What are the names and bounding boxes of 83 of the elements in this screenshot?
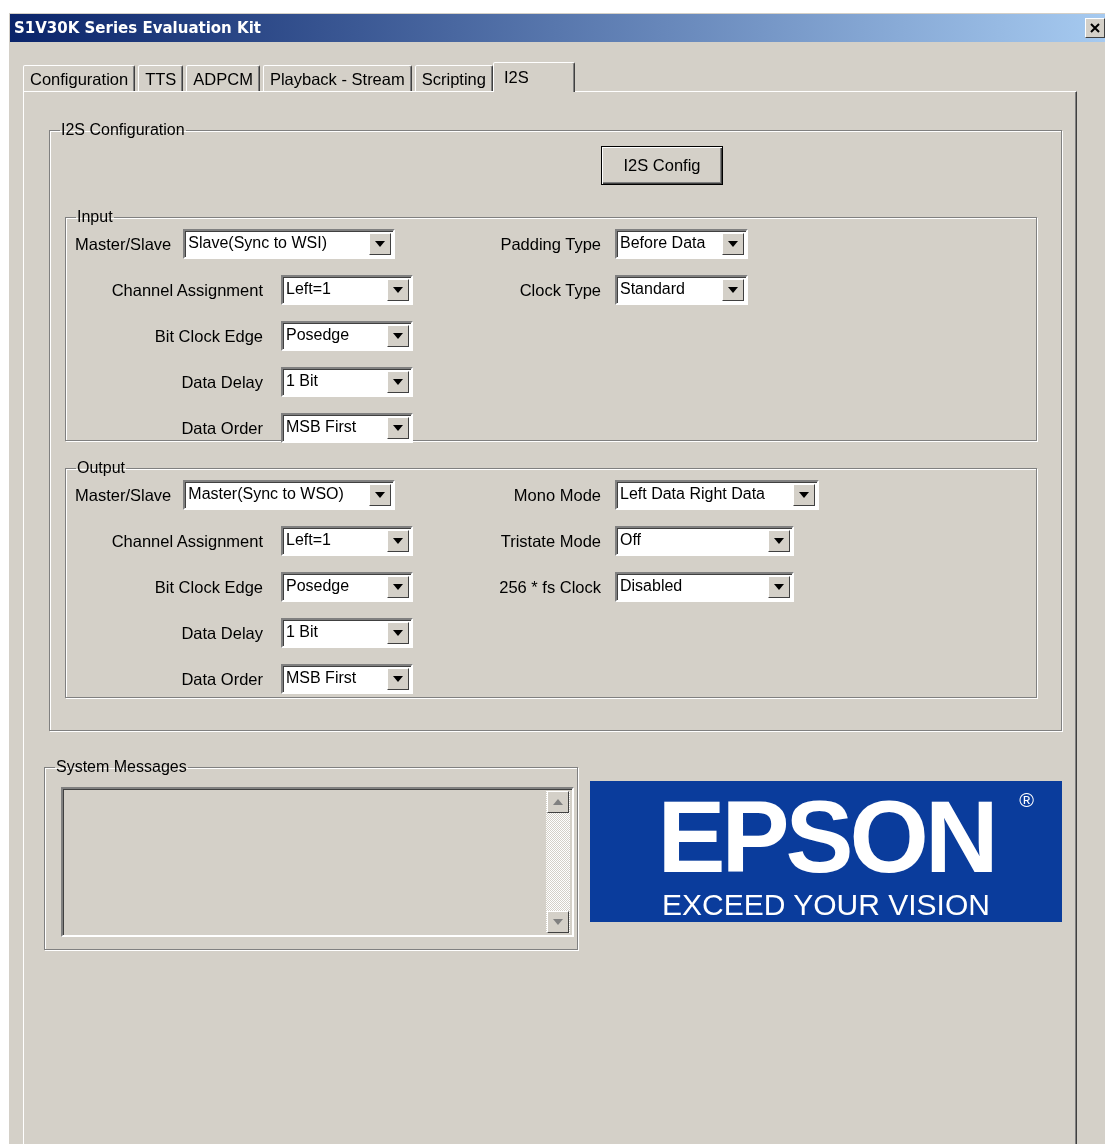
caret-icon bbox=[393, 287, 403, 293]
dropdown-button[interactable] bbox=[387, 279, 409, 301]
dropdown-button[interactable] bbox=[793, 484, 815, 506]
down-arrow-icon bbox=[553, 919, 563, 925]
caret-icon bbox=[393, 379, 403, 385]
dropdown-button[interactable] bbox=[387, 530, 409, 552]
group-title: Input bbox=[76, 209, 114, 225]
dropdown-field[interactable]: Slave(Sync to WSI) bbox=[183, 229, 396, 259]
dropdown-field[interactable]: Left=1 bbox=[281, 275, 413, 305]
dropdown-field[interactable]: Posedge bbox=[281, 572, 413, 602]
dropdown-field[interactable]: Left=1 bbox=[281, 526, 413, 556]
tab[interactable]: ADPCM bbox=[186, 65, 260, 91]
field-label: Master/Slave bbox=[75, 234, 172, 254]
dropdown-button[interactable] bbox=[387, 325, 409, 347]
dropdown-button[interactable] bbox=[768, 576, 790, 598]
caret-icon bbox=[393, 630, 403, 636]
group-title: Output bbox=[76, 460, 127, 476]
field-label: Bit Clock Edge bbox=[153, 326, 263, 346]
message-box[interactable] bbox=[61, 787, 574, 937]
caret-icon bbox=[728, 241, 738, 247]
dropdown-field[interactable]: Posedge bbox=[281, 321, 413, 351]
field-label: Padding Type bbox=[499, 234, 601, 254]
field-label: Data Order bbox=[180, 669, 263, 689]
field-label: Channel Assignment bbox=[110, 531, 263, 551]
dropdown-field[interactable]: Disabled bbox=[615, 572, 794, 602]
dropdown-field[interactable]: Master(Sync to WSO) bbox=[183, 480, 396, 510]
caret-icon bbox=[728, 287, 738, 293]
tab[interactable]: I2S bbox=[492, 62, 575, 92]
tab[interactable]: Playback - Stream bbox=[262, 65, 412, 91]
field-label: Channel Assignment bbox=[110, 280, 263, 300]
field-label: 256 * fs Clock bbox=[498, 577, 601, 597]
group-title: System Messages bbox=[55, 759, 188, 775]
caret-icon bbox=[799, 492, 809, 498]
caret-icon bbox=[393, 333, 403, 339]
field-label: Master/Slave bbox=[75, 485, 172, 505]
dropdown-field[interactable]: 1 Bit bbox=[281, 367, 413, 397]
close-icon bbox=[1090, 23, 1100, 33]
caret-icon bbox=[375, 492, 386, 498]
dropdown-button[interactable] bbox=[722, 279, 744, 301]
brand-logo: EPSON bbox=[657, 787, 995, 887]
field-label: Data Delay bbox=[180, 623, 263, 643]
i2s-config-button[interactable]: I2S Config bbox=[601, 146, 723, 185]
dropdown-field[interactable]: Standard bbox=[615, 275, 748, 305]
dropdown-button[interactable] bbox=[387, 417, 409, 439]
caret-icon bbox=[393, 425, 403, 431]
logo-tagline: EXCEED YOUR VISION bbox=[662, 889, 990, 921]
group-title: I2S Configuration bbox=[60, 122, 186, 138]
dropdown-button[interactable] bbox=[369, 484, 392, 506]
tab[interactable]: Configuration bbox=[23, 65, 136, 91]
dropdown-field[interactable]: MSB First bbox=[281, 413, 413, 443]
dropdown-field[interactable]: Before Data bbox=[615, 229, 748, 259]
scrollbar[interactable] bbox=[546, 791, 570, 933]
dropdown-field[interactable]: 1 Bit bbox=[281, 618, 413, 648]
field-label: Tristate Mode bbox=[499, 531, 601, 551]
dropdown-field[interactable]: MSB First bbox=[281, 664, 413, 694]
scroll-down-button[interactable] bbox=[547, 911, 569, 933]
close-button[interactable] bbox=[1085, 18, 1105, 38]
field-label: Clock Type bbox=[518, 280, 601, 300]
caret-icon bbox=[393, 538, 403, 544]
dropdown-button[interactable] bbox=[369, 233, 392, 255]
dropdown-button[interactable] bbox=[387, 371, 409, 393]
dropdown-field[interactable]: Off bbox=[615, 526, 794, 556]
dropdown-button[interactable] bbox=[387, 622, 409, 644]
field-label: Bit Clock Edge bbox=[153, 577, 263, 597]
dropdown-button[interactable] bbox=[722, 233, 744, 255]
field-label: Data Order bbox=[180, 418, 263, 438]
caret-icon bbox=[393, 676, 403, 682]
registered-mark: ® bbox=[1019, 789, 1034, 812]
up-arrow-icon bbox=[553, 799, 563, 805]
tab[interactable]: TTS bbox=[138, 65, 184, 91]
tab[interactable]: Scripting bbox=[414, 65, 493, 91]
caret-icon bbox=[774, 584, 784, 590]
caret-icon bbox=[774, 538, 784, 544]
dropdown-button[interactable] bbox=[387, 668, 409, 690]
caret-icon bbox=[393, 584, 403, 590]
dropdown-button[interactable] bbox=[387, 576, 409, 598]
dropdown-field[interactable]: Left Data Right Data bbox=[615, 480, 819, 510]
window-title: S1V30K Series Evaluation Kit bbox=[14, 19, 261, 37]
field-label: Mono Mode bbox=[512, 485, 601, 505]
dropdown-button[interactable] bbox=[768, 530, 790, 552]
caret-icon bbox=[375, 241, 386, 247]
scroll-up-button[interactable] bbox=[547, 791, 569, 813]
field-label: Data Delay bbox=[180, 372, 263, 392]
